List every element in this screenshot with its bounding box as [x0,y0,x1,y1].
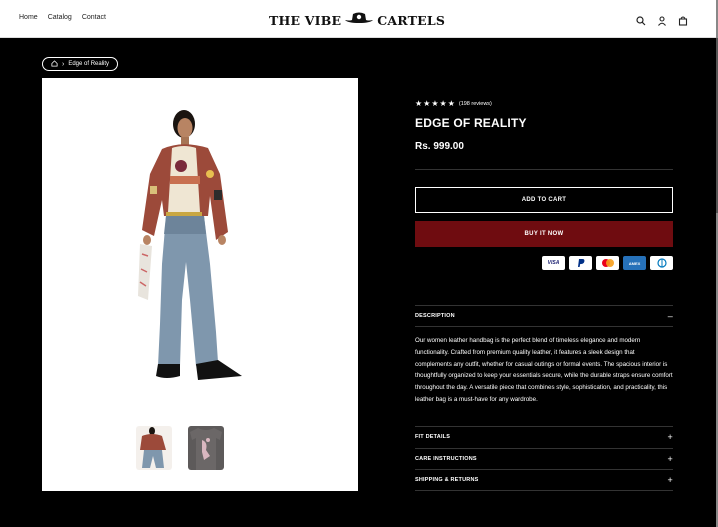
thumbnail-2[interactable] [188,426,224,470]
divider [415,490,673,491]
review-count: (198 reviews) [458,100,492,107]
mastercard-icon [596,256,619,270]
breadcrumb-current: Edge of Reality [68,61,110,67]
site-header: Home Catalog Contact THE VIBE CARTELS [0,0,716,38]
breadcrumb: › Edge of Reality [42,57,119,71]
fit-details-accordion[interactable]: FIT DETAILS + [415,427,673,447]
expand-icon[interactable]: + [668,454,673,464]
amex-icon: AMEX [623,256,646,270]
divider [415,326,673,327]
logo-text-right: CARTELS [377,12,446,28]
nav-catalog-link[interactable]: Catalog [48,14,72,21]
cart-icon[interactable] [678,13,688,26]
accordion-label: FIT DETAILS [415,434,451,440]
divider [415,169,673,170]
product-gallery [42,78,358,491]
product-rating[interactable]: ★★★★★ (198 reviews) [415,99,492,108]
thumbnail-list [136,426,224,470]
search-icon[interactable] [636,13,646,26]
visa-icon: VISA [542,256,565,270]
product-description: Our women leather handbag is the perfect… [415,337,673,403]
diners-club-icon [650,256,673,270]
accordion-label: CARE INSTRUCTIONS [415,456,477,462]
product-title: EDGE OF REALITY [415,116,527,130]
logo-text-left: THE VIBE [268,12,342,28]
site-logo[interactable]: THE VIBE CARTELS [269,8,445,32]
paypal-icon [569,256,592,270]
buy-now-button[interactable]: BUY IT NOW [415,221,673,247]
chevron-right-icon: › [62,60,65,68]
description-accordion[interactable]: DESCRIPTION – [415,306,673,326]
expand-icon[interactable]: + [668,475,673,485]
care-instructions-accordion[interactable]: CARE INSTRUCTIONS + [415,449,673,469]
nav-home-link[interactable]: Home [19,14,38,21]
accordion-label: SHIPPING & RETURNS [415,477,479,483]
payment-methods: VISA AMEX [542,256,673,270]
home-icon[interactable] [51,59,58,69]
product-main-image[interactable] [136,104,266,404]
thumbnail-1[interactable] [136,426,172,470]
star-rating-icons: ★★★★★ [415,99,456,108]
cowboy-hat-icon [344,11,374,30]
add-to-cart-button[interactable]: ADD TO CART [415,187,673,213]
expand-icon[interactable]: + [668,432,673,442]
accordion-label: DESCRIPTION [415,313,455,319]
collapse-icon[interactable]: – [668,311,673,321]
header-actions [636,13,688,26]
shipping-returns-accordion[interactable]: SHIPPING & RETURNS + [415,470,673,490]
account-icon[interactable] [657,13,667,26]
product-price: Rs. 999.00 [415,141,464,152]
main-nav: Home Catalog Contact [19,14,106,21]
nav-contact-link[interactable]: Contact [82,14,106,21]
